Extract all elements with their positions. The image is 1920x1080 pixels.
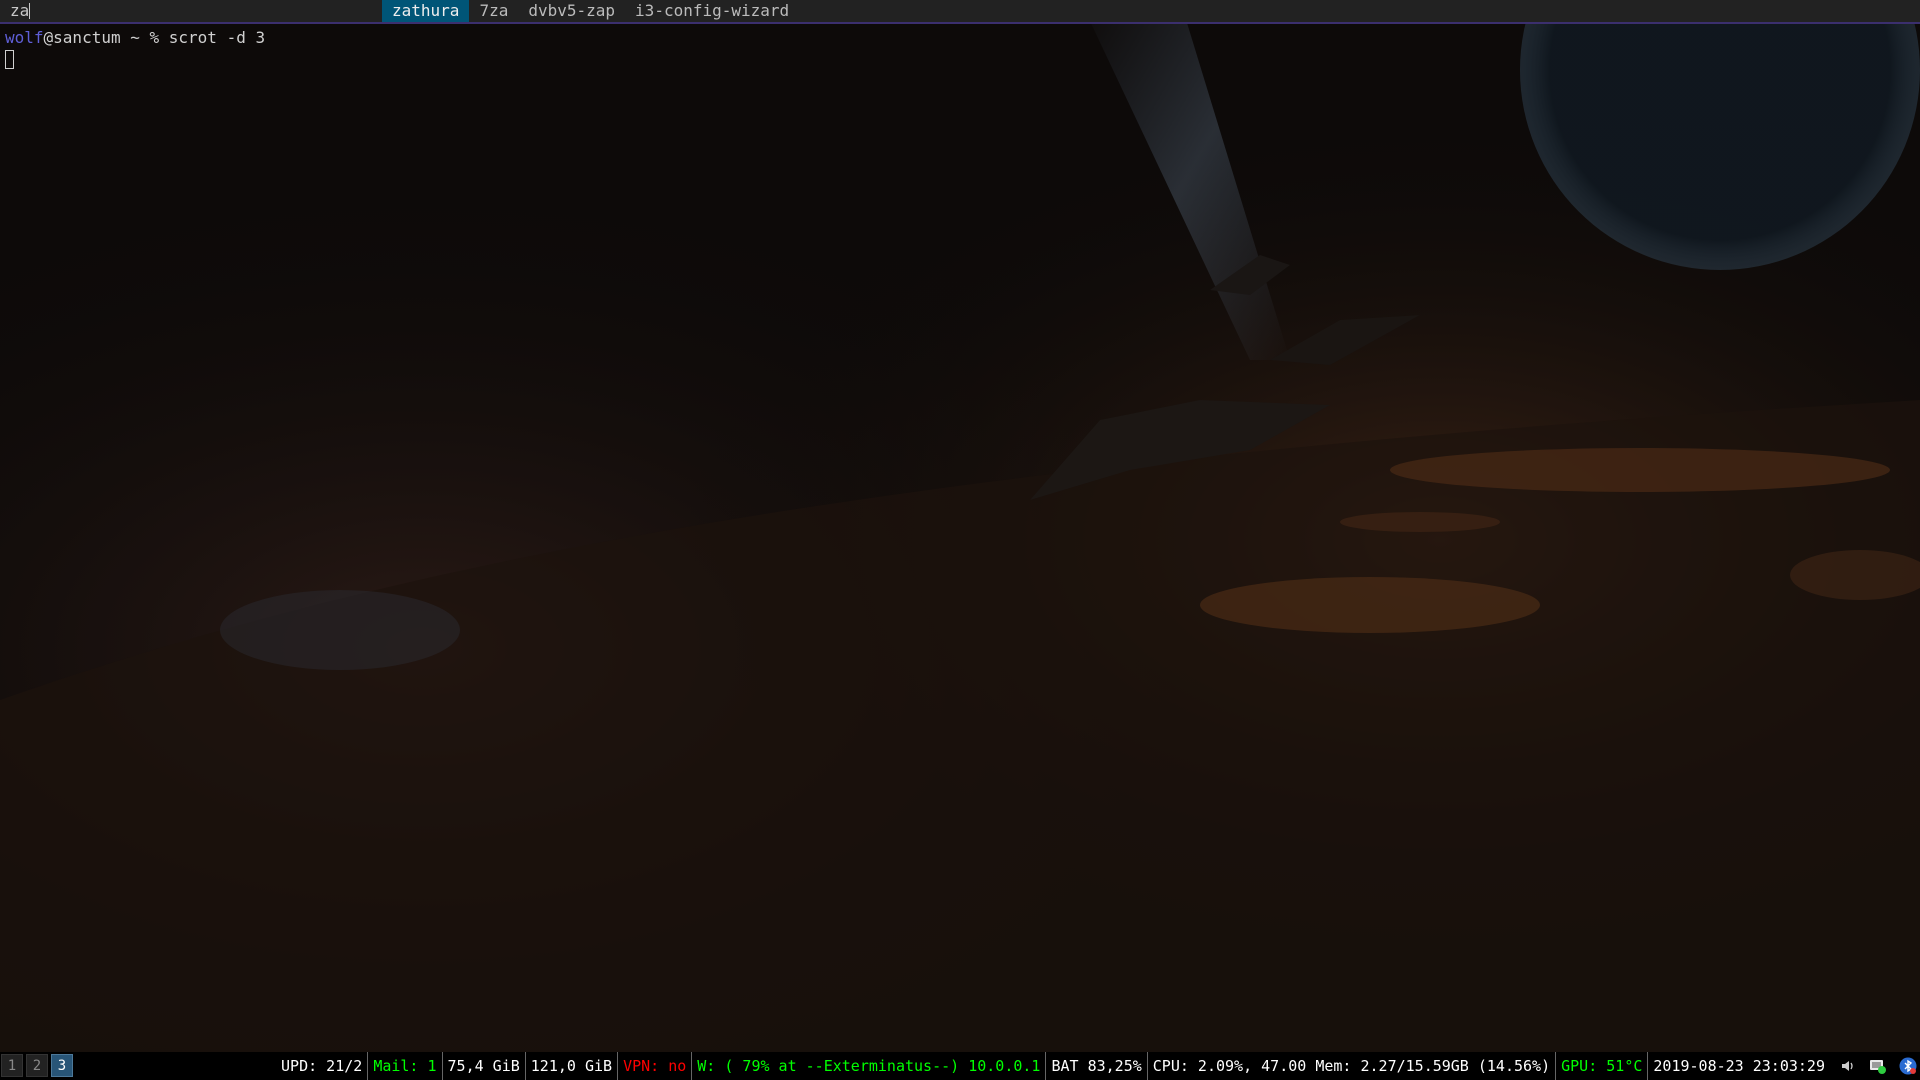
- prompt-line: wolf@sanctum ~ % scrot -d 3: [5, 27, 265, 49]
- status-line: UPD: 21/2 Mail: 1 75,4 GiB 121,0 GiB VPN…: [276, 1052, 1830, 1080]
- workspace-1-button[interactable]: 1: [1, 1054, 23, 1077]
- prompt-host: @sanctum ~ %: [43, 28, 169, 47]
- status-disk-root[interactable]: 75,4 GiB: [443, 1052, 526, 1080]
- volume-icon[interactable]: [1838, 1056, 1858, 1076]
- system-tray: [1838, 1052, 1920, 1080]
- workspace-2-button[interactable]: 2: [26, 1054, 48, 1077]
- dmenu-item-7za[interactable]: 7za: [469, 0, 518, 22]
- workspace-3-button[interactable]: 3: [51, 1054, 73, 1077]
- status-gpu-temp[interactable]: GPU: 51°C: [1556, 1052, 1649, 1080]
- prompt-command: scrot -d 3: [168, 28, 266, 47]
- status-disk-home[interactable]: 121,0 GiB: [526, 1052, 619, 1080]
- dmenu-input[interactable]: za: [10, 0, 31, 22]
- prompt-user: wolf: [5, 28, 44, 47]
- status-wifi[interactable]: W: ( 79% at --Exterminatus--) 10.0.0.1: [692, 1052, 1047, 1080]
- status-updates[interactable]: UPD: 21/2: [276, 1052, 369, 1080]
- workspace-buttons: 1 2 3: [1, 1054, 73, 1077]
- dmenu-bar: za zathura 7za dvbv5-zap i3-config-wizar…: [0, 0, 1920, 24]
- dmenu-item-zathura[interactable]: zathura: [382, 0, 470, 22]
- bluetooth-icon[interactable]: [1898, 1056, 1918, 1076]
- status-battery[interactable]: BAT 83,25%: [1046, 1052, 1148, 1080]
- i3bar: 1 2 3 UPD: 21/2 Mail: 1 75,4 GiB 121,0 G…: [0, 1052, 1920, 1080]
- dmenu-items: zathura 7za dvbv5-zap i3-config-wizard: [382, 0, 799, 22]
- network-manager-icon[interactable]: [1868, 1056, 1888, 1076]
- cursor-line: [5, 49, 265, 71]
- status-vpn[interactable]: VPN: no: [618, 1052, 693, 1080]
- status-mail[interactable]: Mail: 1: [368, 1052, 443, 1080]
- text-caret: [29, 3, 31, 19]
- dmenu-item-dvbv5-zap[interactable]: dvbv5-zap: [518, 0, 625, 22]
- terminal[interactable]: wolf@sanctum ~ % scrot -d 3: [5, 27, 265, 71]
- dmenu-item-i3-config-wizard[interactable]: i3-config-wizard: [625, 0, 799, 22]
- terminal-cursor: [5, 50, 14, 69]
- wallpaper: [0, 0, 1920, 1080]
- status-cpu-mem[interactable]: CPU: 2.09%, 47.00 Mem: 2.27/15.59GB (14.…: [1148, 1052, 1557, 1080]
- desktop: za zathura 7za dvbv5-zap i3-config-wizar…: [0, 0, 1920, 1080]
- status-datetime[interactable]: 2019-08-23 23:03:29: [1648, 1052, 1830, 1080]
